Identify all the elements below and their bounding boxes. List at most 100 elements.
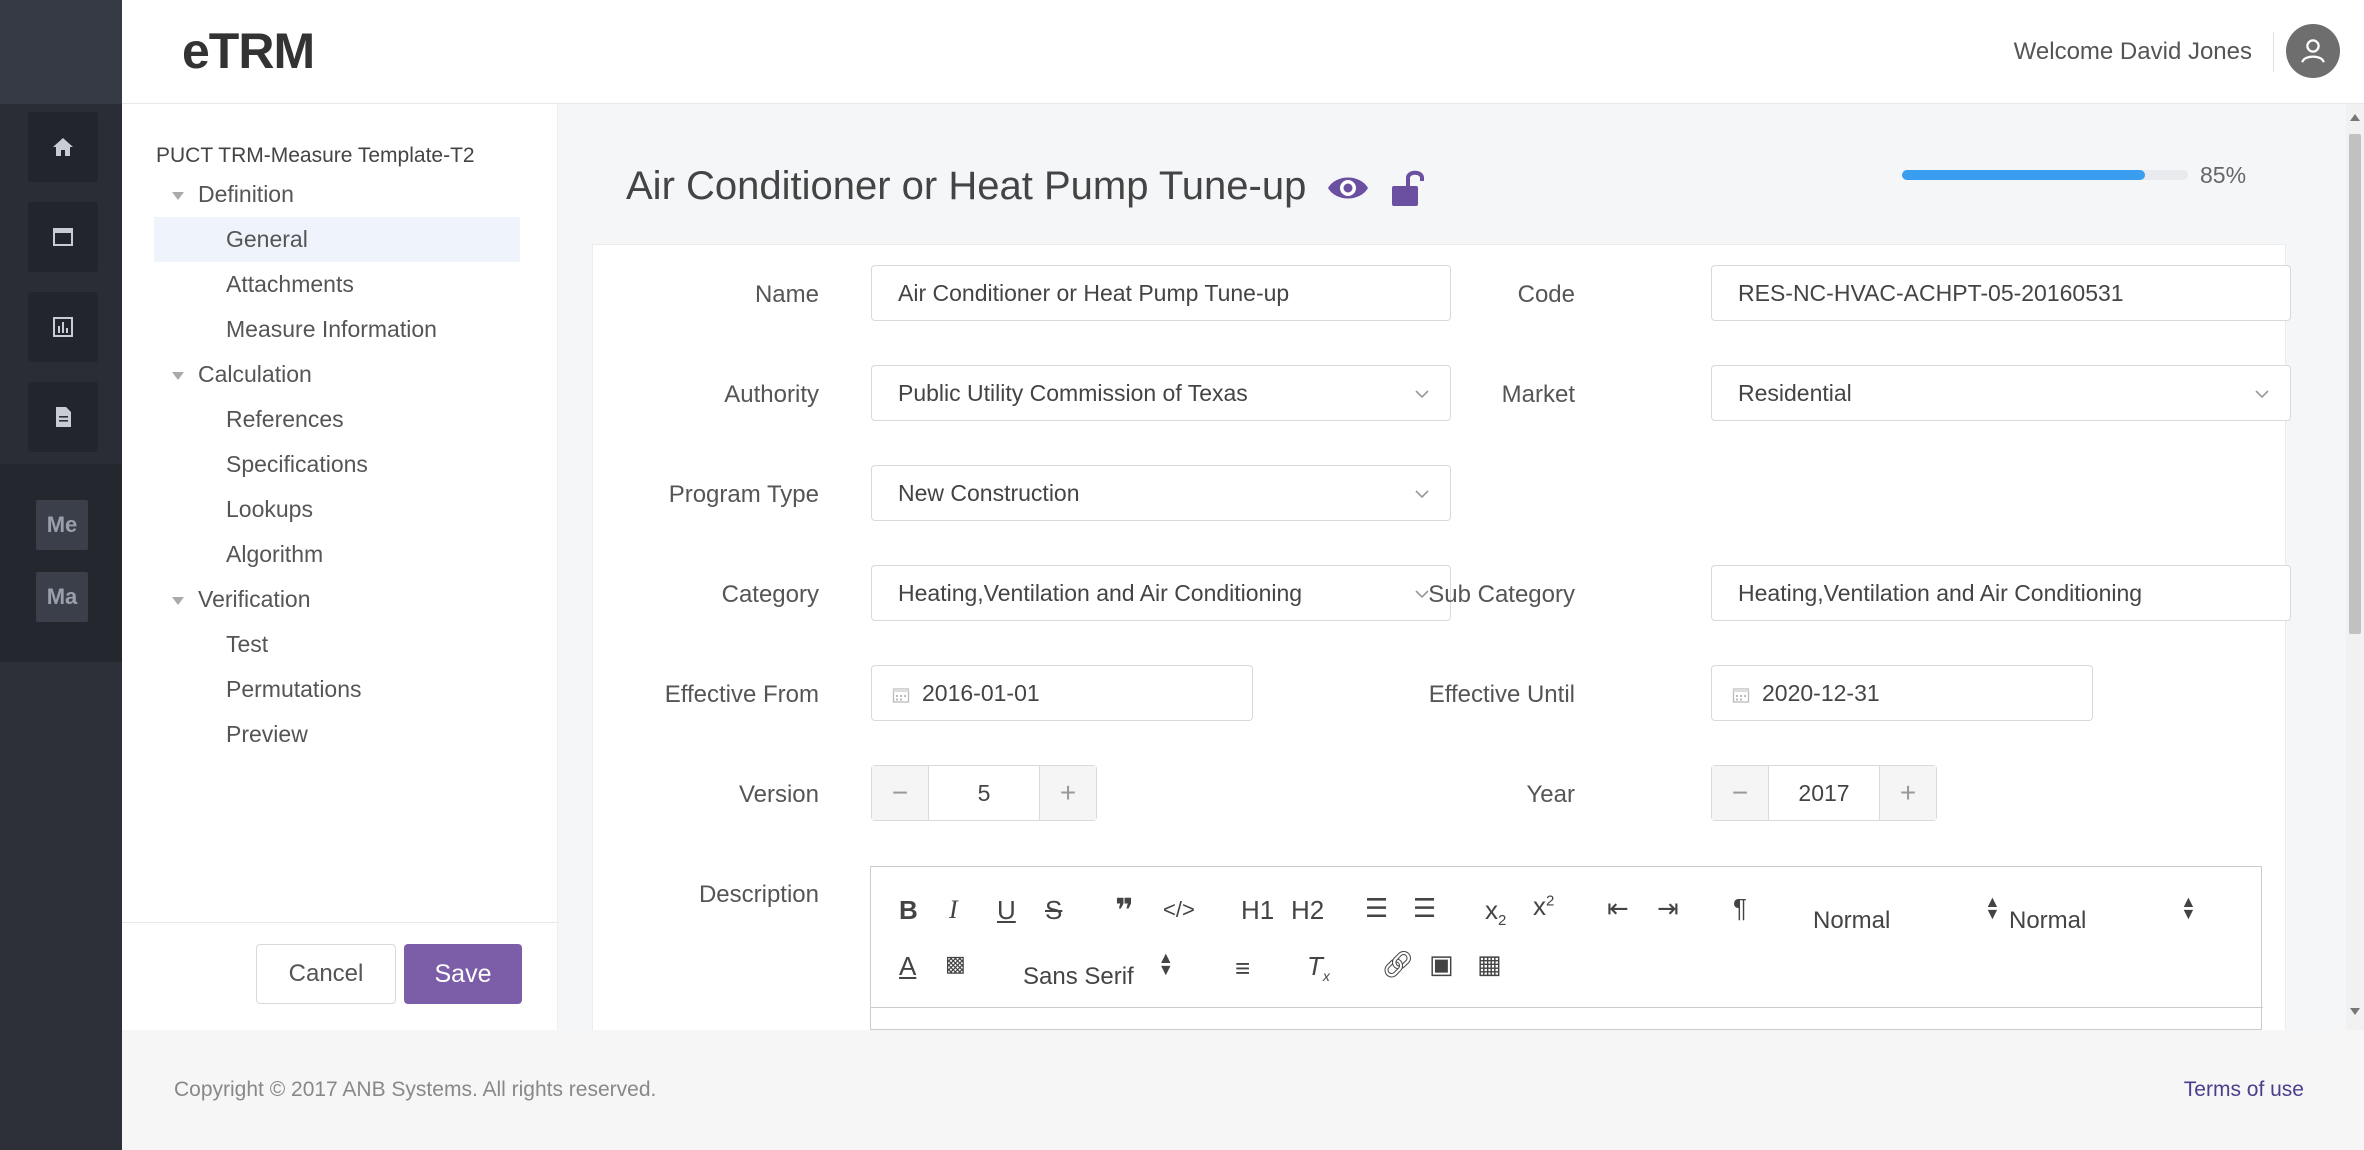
completion-progress: 85% (1902, 160, 2262, 190)
home-icon (53, 138, 73, 156)
calendar-icon (1732, 688, 1750, 703)
code-label: Code (1517, 281, 1575, 308)
authority-label: Authority (724, 381, 819, 408)
underline-button[interactable]: U (997, 895, 1016, 926)
category-label: Category (721, 581, 819, 608)
effective-from-label: Effective From (664, 681, 819, 708)
outdent-icon[interactable]: ⇤ (1607, 893, 1629, 924)
progress-fill (1902, 170, 2146, 180)
bar-chart-icon (53, 317, 73, 337)
terms-of-use-link[interactable]: Terms of use (2184, 1078, 2304, 1102)
tree-item-algorithm[interactable]: Algorithm (154, 532, 520, 577)
text-direction-icon[interactable]: ¶ (1733, 893, 1747, 924)
year-value[interactable]: 2017 (1768, 766, 1880, 820)
subscript-button[interactable]: x2 (1485, 895, 1506, 929)
ordered-list-icon[interactable]: ☰ (1365, 893, 1388, 924)
description-editor: B I U S ❞ </> H1 H2 ☰ ☰ x2 x2 ⇤ ⇥ ¶ Norm… (870, 866, 2263, 1030)
effective-from-date-picker[interactable]: 2016-01-01 (871, 665, 1253, 721)
clear-format-icon[interactable]: Tx (1307, 951, 1330, 984)
left-rail: Me Ma (0, 0, 122, 1150)
version-value[interactable]: 5 (928, 766, 1040, 820)
page-title: Air Conditioner or Heat Pump Tune-up (626, 164, 1307, 208)
tree-item-permutations[interactable]: Permutations (154, 667, 520, 712)
align-icon[interactable]: ≡ (1235, 953, 1250, 984)
indent-icon[interactable]: ⇥ (1657, 893, 1679, 924)
code-input[interactable]: RES-NC-HVAC-ACHPT-05-20160531 (1711, 265, 2291, 321)
strike-button[interactable]: S (1045, 895, 1062, 926)
eye-icon[interactable] (1326, 168, 1370, 208)
effective-until-label: Effective Until (1428, 681, 1575, 708)
home-nav-button[interactable] (28, 112, 98, 182)
top-header: eTRM Welcome David Jones (122, 0, 2364, 104)
tree-group-definition[interactable]: Definition (172, 172, 294, 217)
bold-button[interactable]: B (899, 895, 918, 926)
unlock-icon[interactable] (1388, 168, 1432, 208)
copyright-text: Copyright © 2017 ANB Systems. All rights… (174, 1078, 657, 1101)
tree-item-attachments[interactable]: Attachments (154, 262, 520, 307)
scroll-down-arrow-icon[interactable] (2350, 1008, 2360, 1015)
app-logo[interactable]: eTRM (182, 22, 315, 80)
blockquote-button[interactable]: ❞ (1115, 891, 1134, 929)
version-label: Version (738, 781, 819, 808)
chart-nav-button[interactable] (28, 292, 98, 362)
superscript-button[interactable]: x2 (1533, 891, 1554, 922)
user-icon (2301, 39, 2325, 63)
size-select[interactable]: Normal ▲ ▼ (2009, 895, 2196, 935)
image-icon[interactable]: ▣ (1429, 949, 1454, 980)
sub-category-input[interactable]: Heating,Ventilation and Air Conditioning (1711, 565, 2291, 621)
save-button[interactable]: Save (404, 944, 522, 1004)
scroll-up-arrow-icon[interactable] (2350, 114, 2360, 121)
year-decrement-button[interactable]: − (1712, 766, 1768, 820)
select-arrow-icon: ▲ ▼ (2180, 894, 2197, 923)
calendar-icon (892, 688, 910, 703)
select-arrow-icon: ▲ ▼ (1984, 894, 2001, 923)
page-scrollbar[interactable] (2346, 104, 2364, 1030)
code-block-button[interactable]: </> (1163, 897, 1195, 923)
scroll-thumb[interactable] (2349, 134, 2361, 634)
link-icon[interactable]: 🔗︎ (1381, 949, 1414, 980)
year-increment-button[interactable]: + (1880, 766, 1936, 820)
cancel-button[interactable]: Cancel (256, 944, 396, 1004)
tree-item-lookups[interactable]: Lookups (154, 487, 520, 532)
version-decrement-button[interactable]: − (872, 766, 928, 820)
window-icon (53, 228, 73, 246)
progress-label: 85% (2200, 162, 2247, 188)
effective-until-date-picker[interactable]: 2020-12-31 (1711, 665, 2093, 721)
tree-item-specifications[interactable]: Specifications (154, 442, 520, 487)
year-stepper: − 2017 + (1711, 765, 1937, 821)
tree-group-calculation[interactable]: Calculation (172, 352, 312, 397)
program-type-label: Program Type (668, 481, 819, 508)
italic-button[interactable]: I (949, 895, 958, 925)
caret-down-icon (172, 191, 184, 200)
name-label: Name (754, 281, 819, 308)
window-nav-button[interactable] (28, 202, 98, 272)
bullet-list-icon[interactable]: ☰ (1413, 893, 1436, 924)
tree-group-verification[interactable]: Verification (172, 577, 311, 622)
background-color-icon[interactable]: ▩ (945, 951, 966, 977)
text-color-icon[interactable]: A (899, 951, 916, 982)
tree-item-measure-information[interactable]: Measure Information (154, 307, 520, 352)
year-label: Year (1526, 781, 1576, 808)
caret-down-icon (172, 596, 184, 605)
tree-item-test[interactable]: Test (154, 622, 520, 667)
video-icon[interactable]: ▦ (1477, 949, 1502, 980)
header-1-button[interactable]: H1 (1241, 895, 1274, 926)
rail-tag-ma[interactable]: Ma (36, 572, 88, 622)
tree-item-general[interactable]: General (154, 217, 520, 262)
description-label: Description (698, 881, 819, 908)
program-type-select[interactable]: New Construction (871, 465, 1451, 521)
avatar[interactable] (2286, 24, 2340, 78)
tree-item-references[interactable]: References (154, 397, 520, 442)
sub-category-label: Sub Category (1428, 581, 1575, 608)
rail-tag-me[interactable]: Me (36, 500, 88, 550)
footer: Copyright © 2017 ANB Systems. All rights… (122, 1030, 2364, 1150)
version-increment-button[interactable]: + (1040, 766, 1096, 820)
market-select[interactable]: Residential (1711, 365, 2291, 421)
header-select[interactable]: Normal ▲ ▼ (1813, 895, 2000, 935)
select-arrow-icon: ▲ ▼ (1157, 950, 1174, 979)
header-2-button[interactable]: H2 (1291, 895, 1324, 926)
document-nav-button[interactable] (28, 382, 98, 452)
tree-item-preview[interactable]: Preview (154, 712, 520, 757)
font-select[interactable]: Sans Serif ▲ ▼ (1023, 951, 1174, 991)
chevron-down-icon (1415, 490, 1429, 499)
